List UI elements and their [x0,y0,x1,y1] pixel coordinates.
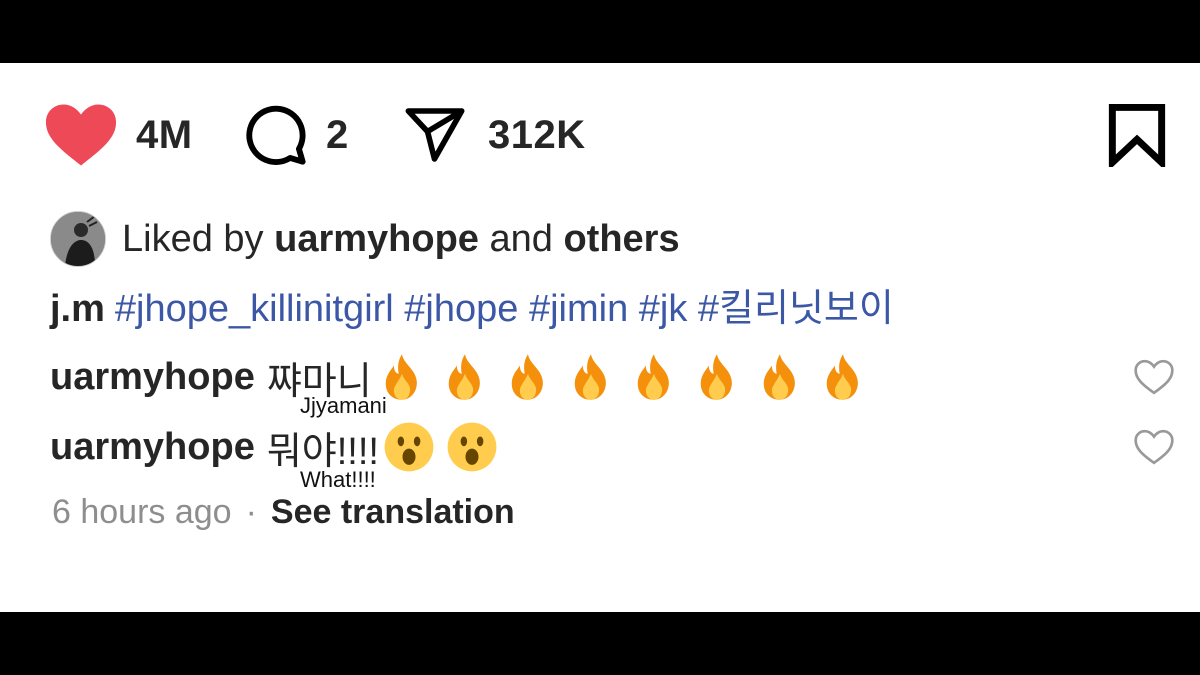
shares-count[interactable]: 312K [488,113,586,158]
comment-username[interactable]: uarmyhope [50,426,255,469]
comment-username[interactable]: uarmyhope [50,356,255,399]
comment-bubble-icon[interactable] [244,103,308,167]
fire-emoji [502,351,554,403]
bookmark-icon[interactable] [1108,103,1166,167]
paper-plane-icon[interactable] [400,103,470,167]
see-translation-link[interactable]: See translation [271,493,515,531]
fire-emoji [691,351,743,403]
astonished-face-emoji [446,421,498,473]
comment-like-heart-icon[interactable] [1134,429,1174,470]
fire-emoji [565,351,617,403]
comment-row-2: uarmyhope 뭐야!!!! [50,419,509,475]
comment-row-1: uarmyhope 쨔마니 [50,349,880,405]
liked-by-and: and [489,217,553,260]
action-bar: 4M 2 312K [44,103,1174,167]
heart-filled-icon[interactable] [44,103,118,167]
caption-hashtags[interactable]: #jhope_killinitgirl #jhope #jimin #jk #킬… [115,288,894,330]
separator: · [245,493,257,531]
comment-meta: 6 hours ago · See translation [52,493,515,532]
comment-emojis [376,351,880,403]
avatar[interactable] [50,211,106,267]
fire-emoji [628,351,680,403]
translation-label-2: What!!!! [300,467,376,492]
letterbox-bottom [0,612,1200,675]
comment-like-heart-icon[interactable] [1134,359,1174,400]
letterbox-top [0,0,1200,63]
share-action[interactable]: 312K [400,103,586,167]
liked-by-row: Liked by uarmyhope and others [50,211,680,267]
caption-username[interactable]: j.m [50,288,105,330]
likes-count[interactable]: 4M [136,113,193,158]
translation-label-1: Jjyamani [300,393,387,418]
timestamp: 6 hours ago [52,493,232,531]
astonished-face-emoji [383,421,435,473]
fire-emoji [439,351,491,403]
comment-emojis [383,421,509,473]
liked-by-user[interactable]: uarmyhope [274,218,479,261]
save-action[interactable] [1108,103,1166,167]
fire-emoji [817,351,869,403]
comments-count[interactable]: 2 [326,113,349,158]
post-panel: 4M 2 312K Liked by uarmyhope and others … [0,63,1200,612]
comment-action[interactable]: 2 [244,103,349,167]
liked-by-prefix: Liked by [122,217,264,260]
caption: j.m #jhope_killinitgirl #jhope #jimin #jk… [50,277,894,332]
like-action[interactable]: 4M [44,103,193,167]
liked-by-others[interactable]: others [563,218,679,261]
fire-emoji [754,351,806,403]
